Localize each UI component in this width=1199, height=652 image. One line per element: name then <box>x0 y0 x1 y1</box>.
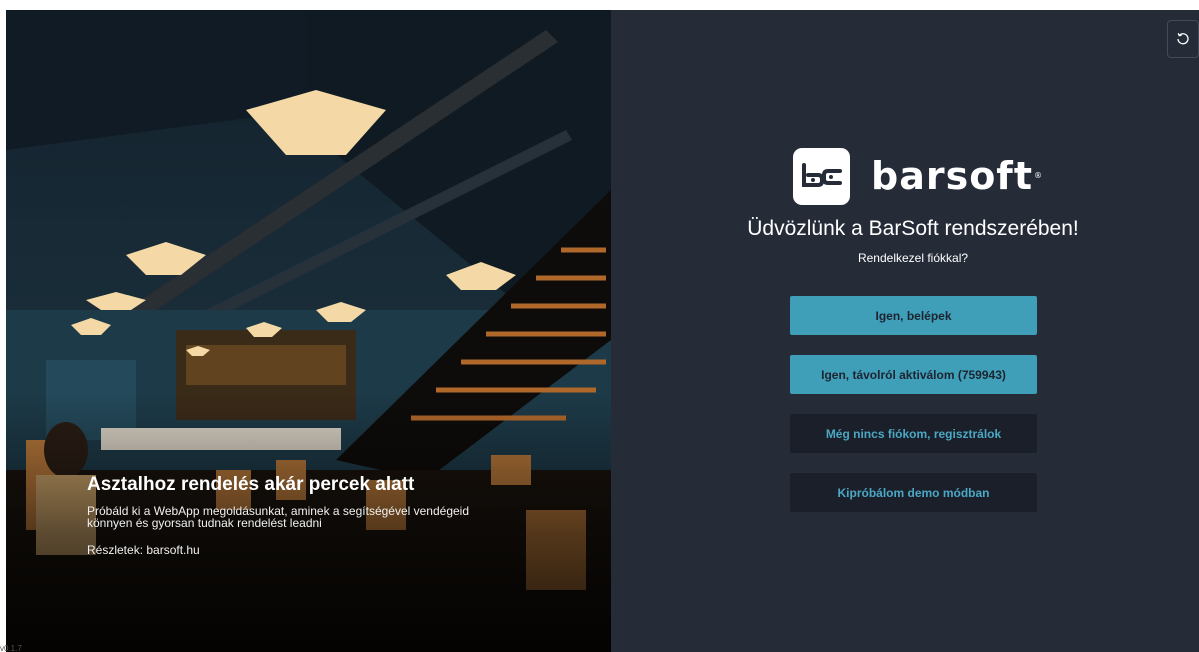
promo-title: Asztalhoz rendelés akár percek alatt <box>87 474 415 495</box>
barsoft-wordmark: barsoft ® <box>871 154 1042 198</box>
demo-mode-button[interactable]: Kipróbálom demo módban <box>790 473 1037 512</box>
barsoft-wordmark-text: barsoft <box>871 154 1034 198</box>
register-button[interactable]: Még nincs fiókom, regisztrálok <box>790 414 1037 453</box>
login-page: Asztalhoz rendelés akár percek alatt Pró… <box>0 0 1199 652</box>
promo-block: Asztalhoz rendelés akár percek alatt Pró… <box>87 473 527 557</box>
remote-activate-button[interactable]: Igen, távolról aktiválom (759943) <box>790 355 1037 394</box>
details-link[interactable]: Részletek: barsoft.hu <box>87 543 527 557</box>
registered-mark: ® <box>1034 171 1043 180</box>
login-button[interactable]: Igen, belépek <box>790 296 1037 335</box>
version-label: v0.1.7 <box>0 644 22 652</box>
barsoft-logo-icon <box>793 147 850 205</box>
refresh-button[interactable] <box>1167 20 1199 58</box>
hero-image-panel: Asztalhoz rendelés akár percek alatt Pró… <box>6 10 611 652</box>
welcome-panel: barsoft ® Üdvözlünk a BarSoft rendszeréb… <box>611 10 1199 652</box>
account-question: Rendelkezel fiókkal? <box>857 251 969 265</box>
promo-text: Próbáld ki a WebApp megoldásunkat, amine… <box>87 505 527 529</box>
welcome-heading: Üdvözlünk a BarSoft rendszerében! <box>747 217 1079 240</box>
refresh-icon <box>1177 32 1189 45</box>
promo-text-line-2: könnyen és gyorsan tudnak rendelést lead… <box>87 516 322 530</box>
barsoft-logo: barsoft ® <box>793 147 1042 205</box>
